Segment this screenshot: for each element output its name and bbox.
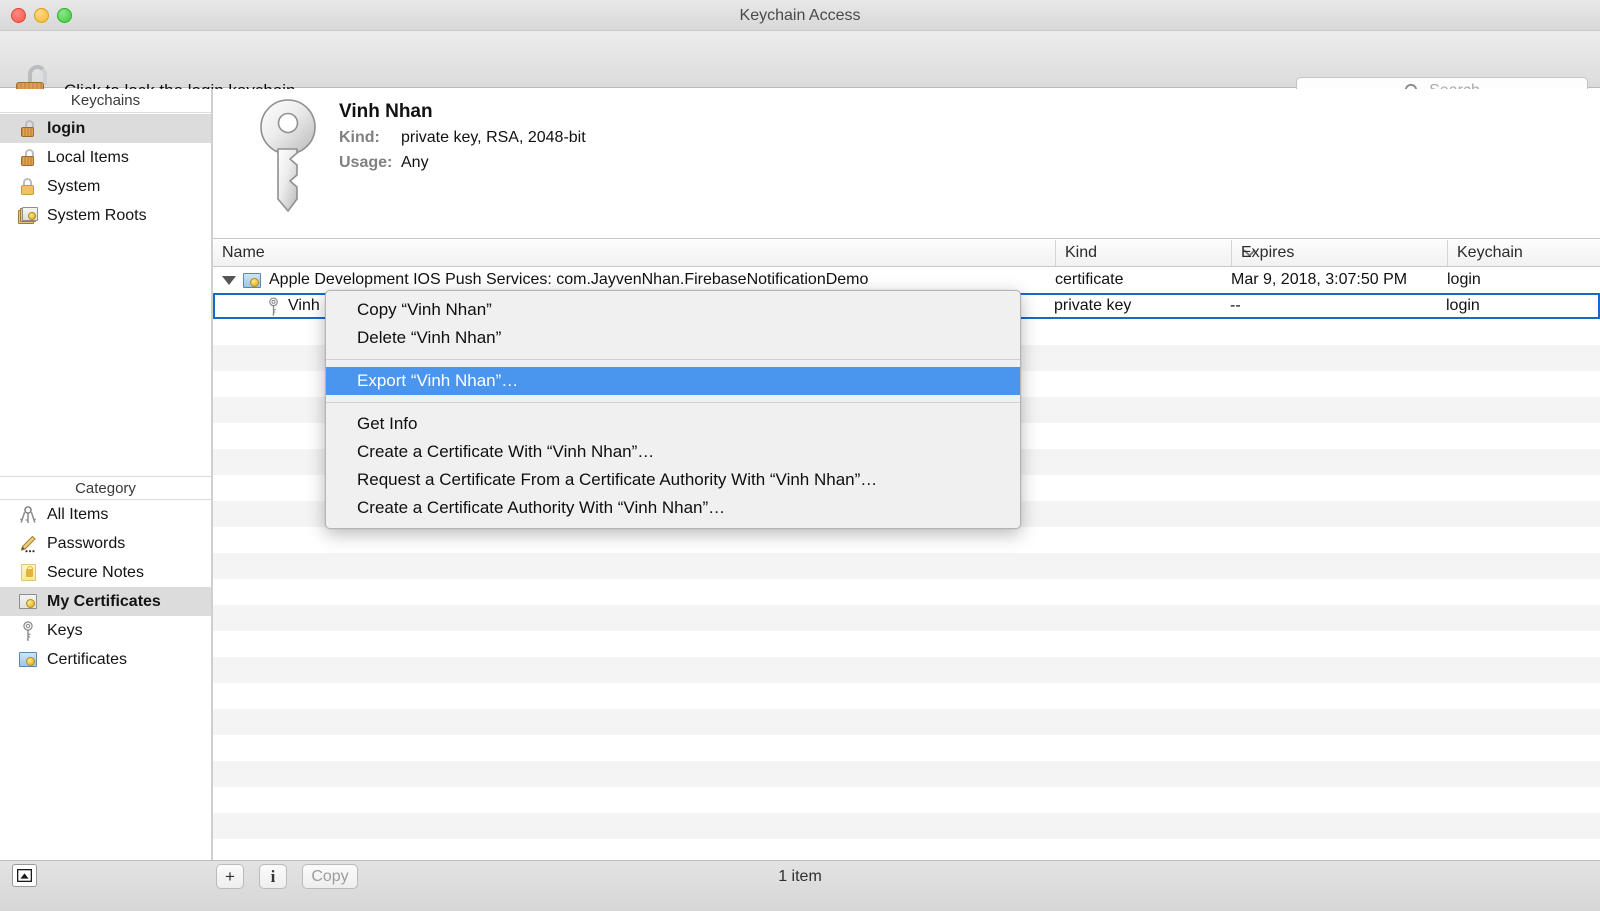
key-icon: [267, 296, 280, 316]
sidebar-item-label: Local Items: [47, 148, 129, 166]
sidebar-item-label: Secure Notes: [47, 563, 144, 581]
table-row-empty: [213, 605, 1600, 631]
sidebar-item-label: My Certificates: [47, 592, 161, 610]
column-header-label: Expires: [1241, 244, 1295, 261]
table-row-empty: [213, 631, 1600, 657]
menu-item-create-certificate[interactable]: Create a Certificate With “Vinh Nhan”…: [326, 438, 1020, 466]
key-icon-glyph: [23, 620, 33, 641]
menu-item-create-certificate-authority[interactable]: Create a Certificate Authority With “Vin…: [326, 494, 1020, 522]
detail-field-usage: Usage: Any: [339, 154, 429, 172]
detail-pane: Vinh Nhan Kind: private key, RSA, 2048-bi…: [213, 89, 1600, 239]
menu-separator: [326, 359, 1020, 360]
unlocked-padlock-icon: [18, 119, 38, 139]
cell-kind: private key: [1054, 297, 1132, 314]
category-section-header: Category: [0, 476, 211, 500]
traffic-light-group: [11, 8, 72, 23]
column-header-expires[interactable]: Expires: [1231, 240, 1447, 266]
table-row-empty: [213, 761, 1600, 787]
cell-keychain: login: [1446, 297, 1480, 314]
sidebar-item-label: Certificates: [47, 650, 128, 668]
key-icon-glyph: [269, 296, 278, 316]
sidebar-item-local-items[interactable]: Local Items: [0, 143, 211, 172]
pencil-dots-icon-glyph: [20, 535, 36, 552]
context-menu: Copy “Vinh Nhan” Delete “Vinh Nhan” Expo…: [325, 290, 1021, 529]
table-header: Name Kind Expires Keychain: [213, 240, 1600, 267]
keychain-access-window: Keychain Access Click to lock the login …: [0, 0, 1600, 911]
certificate-blue-icon: [18, 650, 38, 670]
table-row-empty: [213, 657, 1600, 683]
column-header-label: Name: [222, 244, 265, 261]
window-title: Keychain Access: [739, 7, 861, 24]
sidebar-item-label: All Items: [47, 505, 109, 523]
table-row-empty: [213, 683, 1600, 709]
locked-padlock-icon: [18, 177, 38, 197]
detail-field-key: Kind:: [339, 129, 380, 146]
unlocked-padlock-icon: [18, 148, 38, 168]
table-row-empty: [213, 839, 1600, 860]
cell-expires: Mar 9, 2018, 3:07:50 PM: [1231, 271, 1408, 288]
sidebar-item-label: Keys: [47, 621, 83, 639]
certificate-icon: [243, 272, 261, 288]
sidebar-item-label: login: [47, 119, 86, 137]
cell-expires: --: [1230, 297, 1241, 314]
large-key-icon: [260, 99, 316, 212]
sidebar-item-keys[interactable]: Keys: [0, 616, 211, 645]
pencil-dots-icon: [18, 534, 38, 554]
sidebar-item-passwords[interactable]: Passwords: [0, 529, 211, 558]
title-bar: Keychain Access: [0, 0, 1600, 31]
cell-name-label: Apple Development IOS Push Services: com…: [269, 271, 869, 288]
menu-item-get-info[interactable]: Get Info: [326, 410, 1020, 438]
table-row-empty: [213, 579, 1600, 605]
status-text: 1 item: [778, 868, 822, 885]
keyring-icon-glyph: [20, 505, 36, 523]
sidebar: Keychains login Local Items System Syste…: [0, 89, 212, 860]
detail-field-key: Usage:: [339, 154, 393, 171]
yellow-note-lock-icon: [18, 563, 38, 583]
menu-item-request-certificate[interactable]: Request a Certificate From a Certificate…: [326, 466, 1020, 494]
disclosure-triangle-icon[interactable]: [222, 275, 236, 285]
sidebar-item-label: System Roots: [47, 206, 147, 224]
key-icon: [18, 620, 38, 641]
table-row-empty: [213, 709, 1600, 735]
column-header-name[interactable]: Name: [213, 240, 1055, 266]
sidebar-item-my-certificates[interactable]: My Certificates: [0, 587, 211, 616]
column-header-keychain[interactable]: Keychain: [1447, 240, 1600, 266]
table-row-empty: [213, 813, 1600, 839]
sidebar-item-secure-notes[interactable]: Secure Notes: [0, 558, 211, 587]
detail-field-kind: Kind: private key, RSA, 2048-bit: [339, 129, 586, 147]
detail-field-value: Any: [401, 154, 429, 171]
menu-item-delete[interactable]: Delete “Vinh Nhan”: [326, 324, 1020, 352]
toolbar: Click to lock the login keychain. Search: [0, 31, 1600, 106]
minimize-button[interactable]: [34, 8, 49, 23]
sidebar-item-certificates[interactable]: Certificates: [0, 645, 211, 674]
sidebar-item-all-items[interactable]: All Items: [0, 500, 211, 529]
keychains-list: login Local Items System System Roots: [0, 113, 211, 230]
column-header-kind[interactable]: Kind: [1055, 240, 1231, 266]
sidebar-item-login[interactable]: login: [0, 114, 211, 143]
cell-kind: certificate: [1055, 271, 1124, 288]
detail-field-value: private key, RSA, 2048-bit: [401, 129, 586, 146]
maximize-button[interactable]: [57, 8, 72, 23]
menu-separator: [326, 402, 1020, 403]
certificate-stack-icon: [18, 206, 38, 226]
sidebar-item-label: Passwords: [47, 534, 126, 552]
detail-title: Vinh Nhan: [339, 101, 433, 122]
table-row-empty: [213, 527, 1600, 553]
keychains-section-header: Keychains: [0, 89, 211, 113]
category-section: Category All Items Passwords Secure Note…: [0, 476, 211, 674]
column-header-label: Keychain: [1457, 244, 1523, 261]
column-header-label: Kind: [1065, 244, 1098, 261]
sidebar-item-system[interactable]: System: [0, 172, 211, 201]
sidebar-item-system-roots[interactable]: System Roots: [0, 201, 211, 230]
menu-item-copy[interactable]: Copy “Vinh Nhan”: [326, 296, 1020, 324]
table-row-empty: [213, 787, 1600, 813]
menu-item-export[interactable]: Export “Vinh Nhan”…: [326, 367, 1020, 395]
cell-keychain: login: [1447, 271, 1481, 288]
close-button[interactable]: [11, 8, 26, 23]
keyring-icon: [18, 505, 38, 525]
table-row-empty: [213, 553, 1600, 579]
certificate-key-icon: [18, 592, 38, 612]
sidebar-item-label: System: [47, 177, 101, 195]
table-row-empty: [213, 735, 1600, 761]
